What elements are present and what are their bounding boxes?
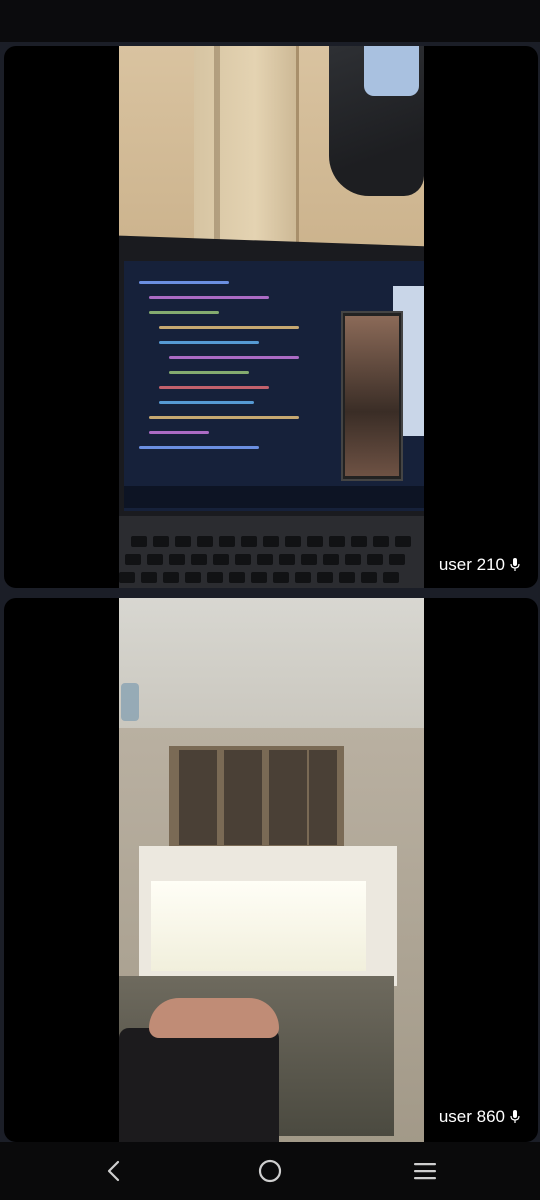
recent-apps-button[interactable] [408, 1156, 442, 1186]
participant-name: user 210 [438, 555, 505, 574]
participant-name-label: user 210 [439, 555, 520, 575]
hamburger-menu-icon [414, 1163, 436, 1180]
home-button[interactable] [253, 1156, 287, 1186]
system-navigation-bar [0, 1142, 540, 1200]
participant-tile[interactable]: user 210 [4, 46, 538, 588]
participant-name: user 860 [438, 1107, 505, 1126]
back-button[interactable] [97, 1156, 131, 1186]
microphone-icon [510, 1110, 520, 1123]
microphone-icon [510, 558, 520, 571]
circle-home-icon [258, 1159, 282, 1183]
participant-video [119, 46, 424, 588]
status-bar [0, 0, 540, 42]
chevron-left-icon [107, 1160, 120, 1182]
participant-tile[interactable]: user 860 [4, 598, 538, 1142]
participant-name-label: user 860 [439, 1107, 520, 1127]
participant-video [119, 598, 424, 1142]
